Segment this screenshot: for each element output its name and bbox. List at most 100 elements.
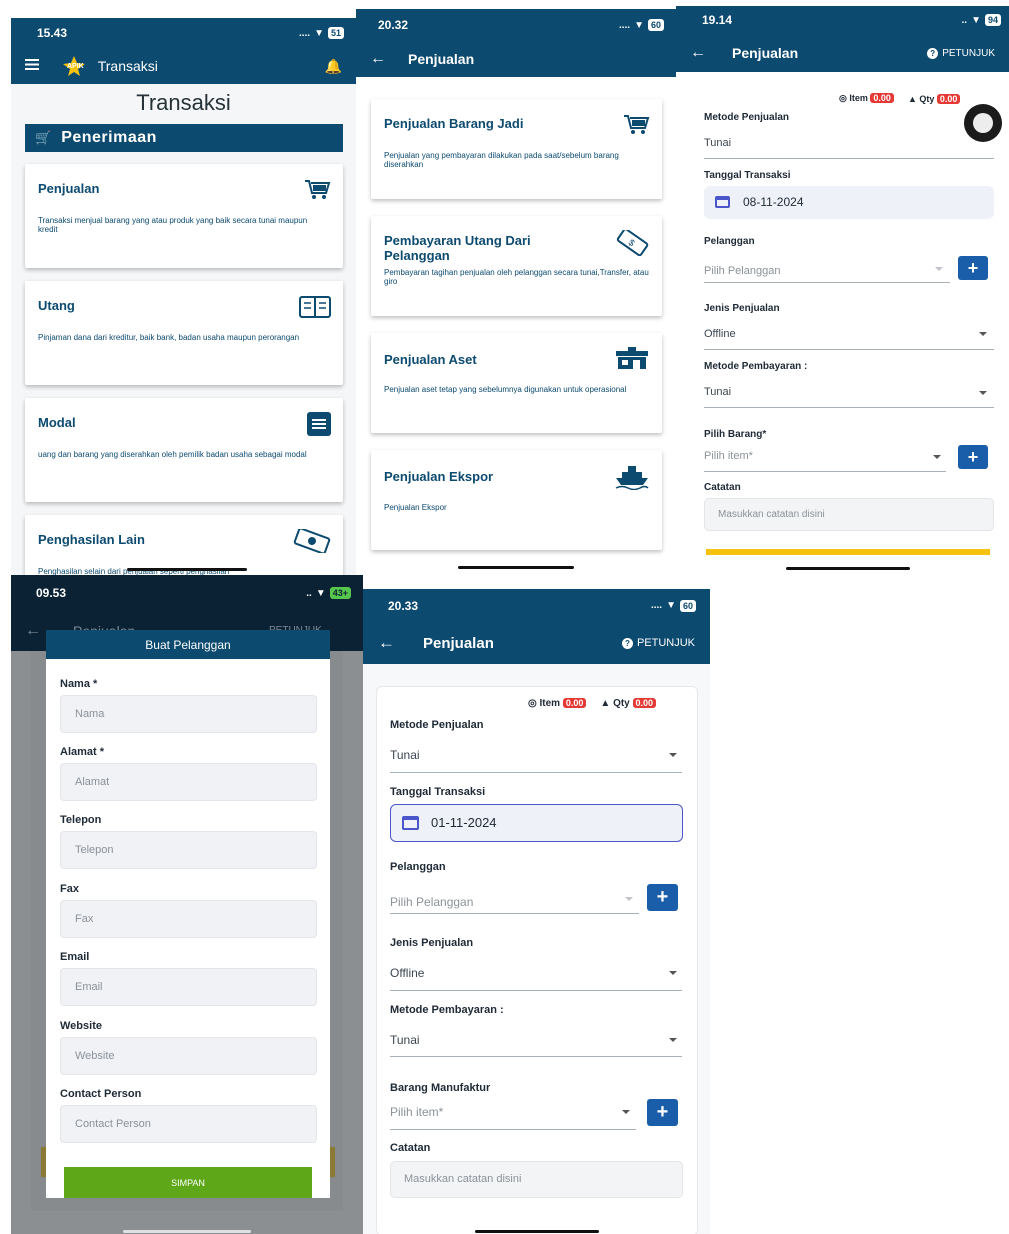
question-icon: ? xyxy=(621,637,633,649)
list-icon xyxy=(307,412,331,441)
submit-bar[interactable] xyxy=(706,549,990,555)
cart-icon xyxy=(303,178,331,205)
notification-bell-icon[interactable]: 🔔 xyxy=(325,58,342,75)
menu-icon[interactable] xyxy=(25,57,39,75)
alamat-input[interactable]: Alamat xyxy=(60,763,317,801)
pelanggan-select[interactable]: Pilih Pelanggan xyxy=(390,895,473,909)
email-input[interactable]: Email xyxy=(60,968,317,1006)
jenis-penjualan-select[interactable]: Offline xyxy=(390,966,424,980)
status-icons: .. ▼ 94 xyxy=(962,14,1001,26)
battery-icon: 51 xyxy=(327,27,344,39)
back-arrow-icon[interactable]: ← xyxy=(370,50,386,68)
catatan-input[interactable]: Masukkan catatan disini xyxy=(704,498,994,531)
pelanggan-label: Pelanggan xyxy=(390,861,446,873)
summary-bar: ◎ Item 0.00 ▲ Qty 0.00 xyxy=(839,93,961,104)
tanggal-transaksi-label: Tanggal Transaksi xyxy=(704,170,791,181)
card-desc: Transaksi menjual barang yang atau produ… xyxy=(38,216,308,234)
card-penjualan-aset[interactable]: Penjualan Aset Penjualan aset tetap yang… xyxy=(371,333,662,433)
underline xyxy=(390,772,682,773)
help-label: PETUNJUK xyxy=(636,637,695,649)
battery-icon: 43+ xyxy=(329,587,351,599)
qty-summary: ▲ Qty 0.00 xyxy=(600,698,657,709)
add-pelanggan-button[interactable]: + xyxy=(958,256,988,280)
qty-label: Qty xyxy=(613,698,630,709)
contact-person-input[interactable]: Contact Person xyxy=(60,1105,317,1143)
card-penjualan-ekspor[interactable]: Penjualan Ekspor Penjualan Ekspor xyxy=(371,450,662,550)
card-pembayaran-utang[interactable]: Pembayaran Utang Dari Pelanggan Pembayar… xyxy=(371,216,662,316)
item-label: Item xyxy=(539,698,561,709)
tanggal-transaksi-input[interactable]: 01-11-2024 xyxy=(390,804,683,842)
card-utang[interactable]: Utang Pinjaman dana dari kreditur, baik … xyxy=(25,281,343,385)
catatan-input[interactable]: Masukkan catatan disini xyxy=(390,1161,683,1198)
contact-person-label: Contact Person xyxy=(60,1088,142,1100)
help-button[interactable]: ? PETUNJUK xyxy=(621,637,695,649)
logo-text: APIK xyxy=(67,62,84,70)
cart-icon xyxy=(622,113,650,140)
app-bar: ← Penjualan xyxy=(356,41,676,77)
back-arrow-icon[interactable]: ← xyxy=(378,633,395,653)
metode-penjualan-select[interactable]: Tunai xyxy=(390,748,420,762)
signal-icon: .. xyxy=(306,587,312,599)
basket-icon: ▲ xyxy=(600,698,611,709)
card-penghasilan-lain[interactable]: Penghasilan Lain Penghasilan selain dari… xyxy=(25,515,343,575)
tanggal-transaksi-input[interactable]: 08-11-2024 xyxy=(704,186,994,219)
add-barang-button[interactable]: + xyxy=(958,445,988,469)
pelanggan-label: Pelanggan xyxy=(704,236,755,247)
pelanggan-select[interactable]: Pilih Pelanggan xyxy=(704,265,780,277)
fax-input[interactable]: Fax xyxy=(60,900,317,938)
email-label: Email xyxy=(60,951,90,963)
status-time: 20.33 xyxy=(388,598,419,613)
simpan-button[interactable]: SIMPAN xyxy=(64,1167,312,1198)
assistive-touch-button[interactable] xyxy=(964,104,1002,142)
wifi-icon: ▼ xyxy=(634,19,644,31)
add-barang-button[interactable]: + xyxy=(647,1099,678,1126)
barang-manufaktur-label: Barang Manufaktur xyxy=(390,1082,491,1094)
basket-icon: ▲ xyxy=(907,93,917,104)
metode-penjualan-select[interactable]: Tunai xyxy=(704,137,731,149)
card-penjualan[interactable]: Penjualan Transaksi menjual barang yang … xyxy=(25,164,343,268)
summary-bar: ◎ Item 0.00 ▲ Qty 0.00 xyxy=(528,698,657,709)
help-label: PETUNJUK xyxy=(942,47,995,59)
status-bar: 20.32 .... ▼ 60 xyxy=(356,9,676,41)
chevron-down-icon xyxy=(979,332,987,336)
pilih-barang-select[interactable]: Pilih item* xyxy=(704,450,753,462)
book-icon xyxy=(299,295,331,324)
item-summary: ◎ Item 0.00 xyxy=(528,698,587,709)
card-desc: Pinjaman dana dari kreditur, baik bank, … xyxy=(38,333,300,342)
question-icon: ? xyxy=(927,47,939,59)
home-indicator xyxy=(786,567,910,570)
qty-label: Qty xyxy=(919,93,935,104)
telepon-input[interactable]: Telepon xyxy=(60,831,317,869)
jenis-penjualan-select[interactable]: Offline xyxy=(704,328,736,340)
metode-penjualan-label: Metode Penjualan xyxy=(704,112,790,123)
battery-icon: 94 xyxy=(984,14,1001,26)
chevron-down-icon xyxy=(979,391,987,395)
pilih-barang-select[interactable]: Pilih item* xyxy=(390,1105,443,1119)
card-title: Penjualan xyxy=(38,181,100,196)
catatan-label: Catatan xyxy=(704,482,741,493)
website-input[interactable]: Website xyxy=(60,1037,317,1075)
card-desc: uang dan barang yang diserahkan oleh pem… xyxy=(38,450,307,459)
card-title: Utang xyxy=(38,298,75,313)
help-button[interactable]: ? PETUNJUK xyxy=(927,47,995,59)
app-title: Transaksi xyxy=(97,58,158,74)
card-modal[interactable]: Modal uang dan barang yang diserahkan ol… xyxy=(25,398,343,502)
metode-pembayaran-select[interactable]: Tunai xyxy=(390,1033,420,1047)
signal-icon: .. xyxy=(961,14,968,26)
dialog-header: Buat Pelanggan xyxy=(46,630,330,659)
telepon-label: Telepon xyxy=(60,814,102,826)
add-pelanggan-button[interactable]: + xyxy=(647,884,678,911)
home-indicator xyxy=(123,1230,251,1233)
card-title: Penjualan Barang Jadi xyxy=(384,116,524,131)
nama-input[interactable]: Nama xyxy=(60,695,317,733)
dialog-title: Buat Pelanggan xyxy=(145,637,231,652)
card-title: Pembayaran Utang Dari Pelanggan xyxy=(384,233,531,263)
app-bar: ← Penjualan ? PETUNJUK xyxy=(676,34,1009,72)
pilih-barang-label: Pilih Barang* xyxy=(704,429,767,440)
metode-pembayaran-select[interactable]: Tunai xyxy=(704,386,731,398)
card-desc: Pembayaran tagihan penjualan oleh pelang… xyxy=(384,268,649,286)
screen-buat-pelanggan: 09.53 .. ▼ 43+ ← Penjualan PETUNJUK Buat… xyxy=(11,575,363,1234)
back-arrow-icon[interactable]: ← xyxy=(690,44,706,62)
card-penjualan-barang-jadi[interactable]: Penjualan Barang Jadi Penjualan yang pem… xyxy=(371,99,662,199)
chevron-down-icon xyxy=(669,753,677,757)
